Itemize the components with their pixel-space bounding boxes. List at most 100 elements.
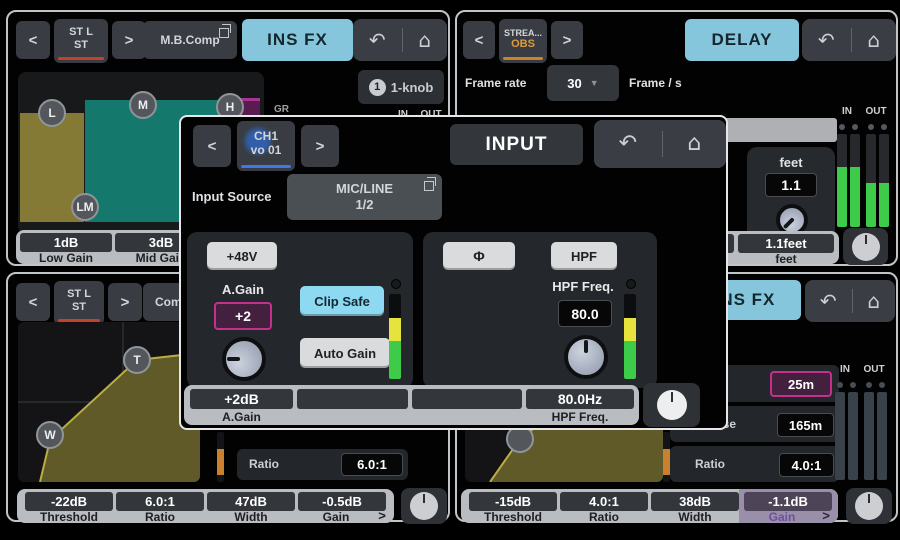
gain-label: Gain <box>744 510 820 524</box>
nav-group: ↶ ⌂ <box>805 280 895 322</box>
ratio-row-label: Ratio <box>695 457 725 471</box>
hpf-freq-value[interactable]: 80.0 <box>558 300 612 327</box>
comp-curve-graph: W T <box>18 322 200 482</box>
tab-delay[interactable]: DELAY <box>685 19 799 61</box>
more-params-arrow[interactable]: > <box>819 508 833 523</box>
nav-group: ↶ ⌂ <box>353 19 447 61</box>
channel-select-button[interactable]: ST L ST <box>54 19 108 63</box>
ratio-row-value[interactable]: 6.0:1 <box>341 453 403 476</box>
width-value[interactable]: 47dB <box>207 492 295 511</box>
footer-knob-button[interactable] <box>401 488 447 524</box>
footer-knob-button[interactable] <box>846 488 892 524</box>
in-meter-r <box>848 392 858 480</box>
phase-button[interactable]: Φ <box>443 242 515 270</box>
threshold-value[interactable]: -22dB <box>25 492 113 511</box>
channel-name-line2: OBS <box>511 38 535 51</box>
attack-value[interactable]: 25m <box>770 371 832 397</box>
prev-channel-button[interactable]: < <box>193 125 231 167</box>
low-gain-label: Low Gain <box>20 251 112 265</box>
divider <box>662 131 663 157</box>
empty-cell[interactable] <box>412 389 522 409</box>
one-knob-button[interactable]: 1 1-knob <box>358 70 444 104</box>
next-channel-button[interactable]: > <box>112 21 146 59</box>
divider <box>852 289 853 312</box>
peak-led <box>839 124 845 130</box>
gr-meter <box>217 432 224 482</box>
width-label: Width <box>207 510 295 524</box>
width-label: Width <box>651 510 739 524</box>
in-meter-r <box>850 134 860 227</box>
channel-select-button[interactable]: ST L ST <box>54 281 104 325</box>
ratio-value[interactable]: 4.0:1 <box>560 492 648 511</box>
again-value[interactable]: +2 <box>214 302 272 330</box>
ratio-value[interactable]: 6.0:1 <box>116 492 204 511</box>
channel-select-button[interactable]: STREA... OBS <box>499 19 547 63</box>
gain-value[interactable]: -0.5dB <box>298 492 386 511</box>
prev-channel-button[interactable]: < <box>16 21 50 59</box>
input-source-line1: MIC/LINE <box>336 181 393 197</box>
footer-knob-button[interactable] <box>843 228 888 265</box>
in-label: IN <box>834 364 856 375</box>
out-meter-l <box>864 392 874 480</box>
mid-band-handle[interactable]: M <box>129 91 157 119</box>
hpf-button[interactable]: HPF <box>551 242 617 270</box>
empty-cell[interactable] <box>297 389 408 409</box>
home-icon[interactable]: ⌂ <box>867 30 880 50</box>
phantom-48v-button[interactable]: +48V <box>207 242 277 270</box>
width-value[interactable]: 38dB <box>651 492 739 511</box>
next-channel-button[interactable]: > <box>551 21 583 59</box>
gr-label: GR <box>274 104 289 115</box>
low-band-handle[interactable]: L <box>38 99 66 127</box>
channel-color-bar <box>241 165 291 168</box>
param-footer-bar: -15dB Threshold 4.0:1 Ratio 38dB Width -… <box>461 489 838 523</box>
param-footer-bar: -22dB Threshold 6.0:1 Ratio 47dB Width -… <box>17 489 394 523</box>
footer-knob-button[interactable] <box>643 383 700 427</box>
prev-channel-button[interactable]: < <box>463 21 495 59</box>
hpf-freq-label: HPF Freq. <box>547 279 619 294</box>
input-source-button[interactable]: MIC/LINE 1/2 <box>287 174 442 220</box>
delay-feet-value[interactable]: 1.1feet <box>738 234 834 253</box>
mixer-screen: < ST L ST > M.B.Comp INS FX ↶ ⌂ L M H LM <box>0 0 900 540</box>
next-channel-button[interactable]: > <box>108 283 142 321</box>
undo-icon[interactable]: ↶ <box>619 133 637 155</box>
preset-button[interactable]: M.B.Comp <box>143 21 237 59</box>
prev-channel-button[interactable]: < <box>16 283 50 321</box>
hpf-freq-knob[interactable] <box>564 335 608 379</box>
home-icon[interactable]: ⌂ <box>687 133 701 155</box>
channel-name-line1: ST L <box>69 26 93 39</box>
release-value[interactable]: 165m <box>777 413 834 437</box>
threshold-value[interactable]: -15dB <box>469 492 557 511</box>
level-meter <box>389 294 401 379</box>
home-icon[interactable]: ⌂ <box>418 30 431 50</box>
comp-curve <box>18 322 200 482</box>
again-footer-value[interactable]: +2dB <box>190 389 293 409</box>
again-label: A.Gain <box>207 282 279 297</box>
undo-icon[interactable]: ↶ <box>820 291 837 311</box>
auto-gain-button[interactable]: Auto Gain <box>300 338 390 368</box>
tab-ins-fx[interactable]: INS FX <box>242 19 353 61</box>
again-knob[interactable] <box>222 337 266 381</box>
channel-select-button[interactable]: CH1 vo 01 <box>237 121 295 171</box>
width-handle[interactable]: W <box>36 421 64 449</box>
undo-icon[interactable]: ↶ <box>818 30 835 50</box>
home-icon[interactable]: ⌂ <box>867 291 880 311</box>
low-gain-value[interactable]: 1dB <box>20 233 112 252</box>
in-meter-l <box>835 392 845 480</box>
hpf-footer-value[interactable]: 80.0Hz <box>526 389 634 409</box>
nav-group: ↶ ⌂ <box>594 120 726 168</box>
preset-name: M.B.Comp <box>160 33 219 47</box>
channel-color-bar <box>58 57 104 60</box>
frame-rate-dropdown[interactable]: 30 ▼ <box>547 65 619 101</box>
threshold-handle[interactable]: T <box>123 346 151 374</box>
ratio-row-value[interactable]: 4.0:1 <box>779 453 834 477</box>
next-channel-button[interactable]: > <box>301 125 339 167</box>
undo-icon[interactable]: ↶ <box>369 30 386 50</box>
peak-led <box>852 124 858 130</box>
feet-value[interactable]: 1.1 <box>765 173 817 197</box>
clip-safe-button[interactable]: Clip Safe <box>300 286 384 316</box>
ratio-row[interactable]: Ratio 6.0:1 <box>237 449 408 480</box>
ratio-row[interactable]: Ratio 4.0:1 <box>670 446 839 482</box>
more-params-arrow[interactable]: > <box>375 508 389 523</box>
channel-name-line2: ST <box>72 301 86 314</box>
low-mid-crossover-handle[interactable]: LM <box>71 193 99 221</box>
